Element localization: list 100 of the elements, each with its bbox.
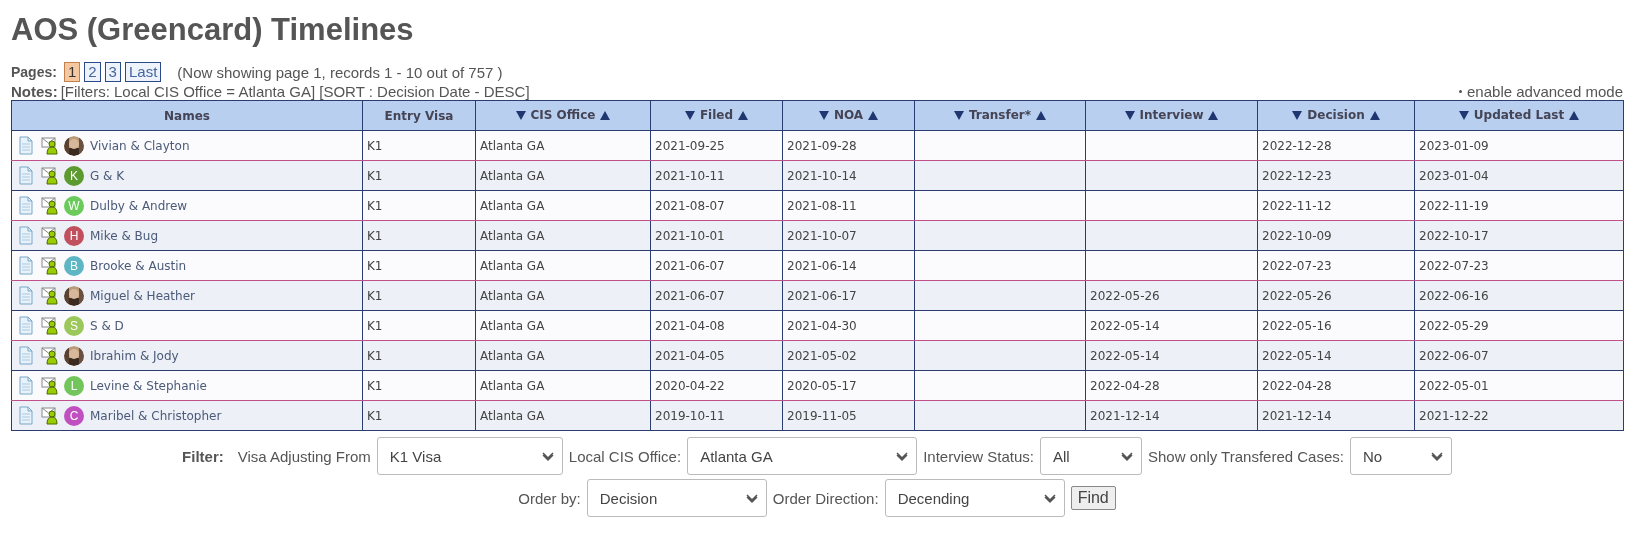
table-cell: 2022-10-09 — [1257, 220, 1415, 251]
sort-down-icon — [952, 108, 965, 121]
avatar-icon: W — [64, 195, 84, 216]
name-link[interactable]: S & D — [90, 318, 124, 333]
name-link[interactable]: G & K — [90, 168, 125, 183]
page-link[interactable]: 2 — [84, 62, 101, 82]
page-title: AOS (Greencard) Timelines — [11, 12, 415, 48]
table-cell: 2021-08-11 — [782, 190, 915, 221]
document-icon — [18, 406, 35, 425]
table-cell: 2019-10-11 — [650, 400, 783, 431]
table-cell: K1 — [362, 250, 476, 281]
message-user-icon — [41, 346, 58, 365]
dropdown[interactable]: All — [1040, 437, 1142, 475]
table-cell: 2022-07-23 — [1414, 250, 1624, 281]
chevron-icon — [541, 450, 554, 462]
name-link[interactable]: Mike & Bug — [90, 228, 159, 243]
table-cell: 2023-01-09 — [1414, 130, 1624, 161]
document-icon — [18, 346, 35, 365]
table-cell: 2021-12-22 — [1414, 400, 1624, 431]
dropdown[interactable]: K1 Visa — [376, 437, 563, 475]
field-label: Interview Status: — [923, 447, 1034, 465]
dropdown[interactable]: Atlanta GA — [687, 437, 918, 475]
table-cell: Atlanta GA — [475, 220, 651, 251]
column-header[interactable]: Updated Last — [1414, 100, 1624, 131]
filter-label: Filter: — [182, 447, 224, 465]
column-header: Entry Visa — [362, 100, 476, 131]
table-cell: 2022-05-01 — [1414, 370, 1624, 401]
column-header[interactable]: Transfer* — [914, 100, 1086, 131]
message-user-icon — [41, 406, 58, 425]
table-cell: 2021-12-14 — [1257, 400, 1415, 431]
message-user-icon — [41, 136, 58, 155]
table-cell: 2022-05-14 — [1085, 340, 1258, 371]
field-label: Visa Adjusting From — [237, 447, 371, 465]
table-cell: Atlanta GA — [475, 400, 651, 431]
sort-down-icon — [817, 108, 830, 121]
name-link[interactable]: Brooke & Austin — [90, 258, 187, 273]
name-link[interactable]: Ibrahim & Jody — [90, 348, 179, 363]
table-cell: 2021-06-07 — [650, 250, 783, 281]
name-link[interactable]: Miguel & Heather — [90, 288, 195, 303]
column-header[interactable]: Decision — [1257, 100, 1415, 131]
column-header[interactable]: CIS Office — [475, 100, 651, 131]
table-cell: 2021-09-25 — [650, 130, 783, 161]
table-cell: K1 — [362, 400, 476, 431]
page-link[interactable]: 1 — [63, 62, 81, 82]
avatar-icon: S — [64, 315, 84, 336]
chevron-icon — [745, 492, 758, 504]
table-cell: Atlanta GA — [475, 130, 651, 161]
chevron-icon — [1430, 450, 1443, 462]
document-icon — [18, 196, 35, 215]
table-cell: Atlanta GA — [475, 370, 651, 401]
avatar-icon: L — [64, 375, 84, 396]
name-link[interactable]: Vivian & Clayton — [90, 138, 190, 153]
table-cell: 2022-04-28 — [1085, 370, 1258, 401]
table-cell: 2021-06-14 — [782, 250, 915, 281]
message-user-icon — [41, 166, 58, 185]
page-link[interactable]: Last — [124, 62, 162, 82]
message-user-icon — [41, 286, 58, 305]
table-cell: Atlanta GA — [475, 340, 651, 371]
message-user-icon — [41, 226, 58, 245]
sort-down-icon — [514, 108, 527, 121]
column-header[interactable]: Interview — [1085, 100, 1258, 131]
advanced-mode-link[interactable]: enable advanced mode — [1467, 82, 1623, 100]
records-info: (Now showing page 1, records 1 - 10 out of 757 ) — [177, 63, 503, 81]
table-cell: 2022-05-16 — [1257, 310, 1415, 341]
table-cell: 2021-04-08 — [650, 310, 783, 341]
table-cell: 2021-08-07 — [650, 190, 783, 221]
table-cell: 2021-05-02 — [782, 340, 915, 371]
table-cell: 2021-10-07 — [782, 220, 915, 251]
find-button[interactable]: Find — [1070, 486, 1116, 510]
table-cell: K1 — [362, 220, 476, 251]
table-cell: 2021-06-07 — [650, 280, 783, 311]
column-header[interactable]: Filed — [650, 100, 783, 131]
dropdown[interactable]: Decision — [586, 479, 767, 517]
table-cell: K1 — [362, 370, 476, 401]
document-icon — [18, 166, 35, 185]
table-cell: 2022-11-19 — [1414, 190, 1624, 221]
column-header[interactable]: NOA — [782, 100, 915, 131]
name-link[interactable]: Levine & Stephanie — [90, 378, 207, 393]
table-cell: K1 — [362, 160, 476, 191]
table-cell: 2022-06-16 — [1414, 280, 1624, 311]
name-link[interactable]: Maribel & Christopher — [90, 408, 222, 423]
column-header: Names — [11, 100, 363, 131]
dropdown[interactable]: No — [1349, 437, 1452, 475]
table-cell: 2020-05-17 — [782, 370, 915, 401]
message-user-icon — [41, 316, 58, 335]
pages-label: Pages: — [11, 64, 57, 80]
table-cell: 2022-11-12 — [1257, 190, 1415, 221]
table-cell: 2022-12-28 — [1257, 130, 1415, 161]
field-label: Order Direction: — [772, 489, 879, 507]
dropdown[interactable]: Decending — [884, 479, 1065, 517]
document-icon — [18, 316, 35, 335]
table-cell: 2022-05-26 — [1257, 280, 1415, 311]
table-cell: Atlanta GA — [475, 160, 651, 191]
name-link[interactable]: Dulby & Andrew — [90, 198, 188, 213]
document-icon — [18, 376, 35, 395]
page-link[interactable]: 3 — [104, 62, 121, 82]
table-cell: 2021-10-01 — [650, 220, 783, 251]
table-cell: K1 — [362, 310, 476, 341]
field-label: Show only Transfered Cases: — [1148, 447, 1344, 465]
table-cell: 2021-04-05 — [650, 340, 783, 371]
